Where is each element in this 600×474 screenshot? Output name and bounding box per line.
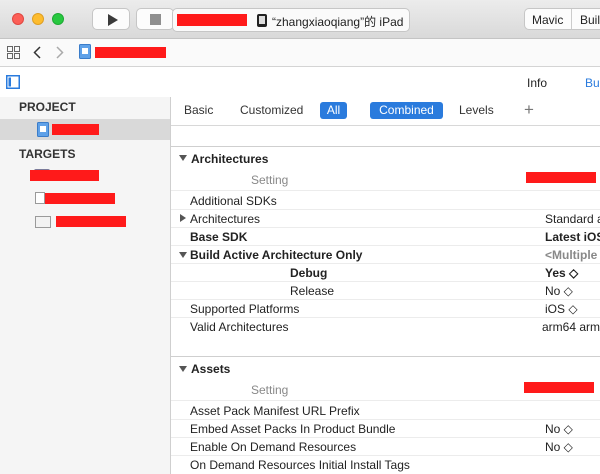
row-divider [171, 455, 600, 456]
section-title-assets: Assets [191, 362, 231, 376]
close-window-button[interactable] [12, 13, 24, 25]
setting-base-sdk[interactable]: Base SDK [190, 230, 247, 244]
setting-value-popup[interactable]: iOS ◇ [545, 302, 578, 316]
sidebar-item-target-2[interactable] [0, 188, 170, 209]
setting-enable-on-demand-resources[interactable]: Enable On Demand Resources [190, 440, 356, 454]
activity-divider [571, 9, 572, 29]
redacted-target-name [56, 216, 126, 227]
ipad-icon [257, 14, 267, 27]
setting-value[interactable]: Latest iOS [545, 230, 600, 244]
row-divider [171, 190, 600, 191]
redacted-target-name [30, 170, 99, 181]
tab-info[interactable]: Info [527, 76, 547, 90]
filter-basic[interactable]: Basic [184, 103, 213, 117]
setting-value[interactable]: Standard a [545, 212, 600, 226]
redacted-target-column-header [526, 172, 596, 183]
row-divider [171, 400, 600, 401]
row-divider [171, 209, 600, 210]
setting-column-header: Setting [251, 383, 289, 397]
target-file-icon [35, 192, 45, 204]
expand-architectures-icon[interactable] [180, 214, 186, 222]
row-divider [171, 299, 600, 300]
play-icon [108, 14, 118, 26]
destination-device-label: “zhangxiaoqiang”的 iPad [272, 15, 404, 29]
redacted-target-column-header [524, 382, 594, 393]
activity-viewer: Mavic Buil [524, 8, 600, 30]
setting-column-header: Setting [251, 173, 289, 187]
title-bar: “zhangxiaoqiang”的 iPad Mavic Buil [0, 0, 600, 39]
scheme-selector[interactable]: “zhangxiaoqiang”的 iPad [172, 8, 410, 32]
collapse-assets-icon[interactable] [179, 366, 187, 372]
project-targets-sidebar: PROJECT TARGETS [0, 97, 171, 474]
build-settings-filter-bar: Basic Customized All Combined Levels + [171, 97, 600, 126]
section-divider [171, 356, 600, 357]
activity-app-label: Mavic [532, 13, 564, 27]
redacted-breadcrumb[interactable] [95, 47, 166, 58]
stop-button[interactable] [136, 8, 174, 30]
add-setting-button[interactable]: + [524, 100, 534, 120]
project-file-icon [37, 122, 49, 137]
setting-debug[interactable]: Debug [290, 266, 327, 280]
view-combined[interactable]: Combined [370, 102, 443, 119]
redacted-project-name [52, 124, 99, 135]
activity-status-label: Buil [580, 13, 600, 27]
row-divider [171, 263, 600, 264]
filter-customized[interactable]: Customized [240, 103, 303, 117]
project-file-icon [79, 44, 91, 59]
stop-icon [150, 14, 161, 25]
tab-build-settings[interactable]: Buil [585, 76, 600, 90]
show-hide-navigator-icon[interactable] [6, 75, 20, 89]
row-divider [171, 317, 600, 318]
row-divider [171, 437, 600, 438]
sidebar-item-project[interactable] [0, 119, 170, 140]
setting-on-demand-initial-install-tags[interactable]: On Demand Resources Initial Install Tags [190, 458, 410, 472]
setting-value[interactable]: <Multiple [545, 248, 597, 262]
setting-value-popup[interactable]: No ◇ [545, 422, 573, 436]
setting-additional-sdks[interactable]: Additional SDKs [190, 194, 277, 208]
setting-value[interactable]: arm64 arm [542, 320, 600, 334]
row-divider [171, 227, 600, 228]
minimize-window-button[interactable] [32, 13, 44, 25]
redacted-scheme-name [177, 14, 247, 26]
setting-release[interactable]: Release [290, 284, 334, 298]
row-divider [171, 419, 600, 420]
sidebar-item-target-app[interactable] [0, 165, 170, 186]
targets-header: TARGETS [19, 147, 76, 161]
setting-value-popup[interactable]: No ◇ [545, 440, 573, 454]
row-divider [171, 281, 600, 282]
setting-build-active-architecture-only[interactable]: Build Active Architecture Only [190, 248, 362, 262]
target-bundle-icon [35, 216, 51, 228]
setting-supported-platforms[interactable]: Supported Platforms [190, 302, 299, 316]
sidebar-item-target-3[interactable] [0, 211, 170, 232]
editor-sub-bar: Info Buil [0, 67, 600, 98]
related-items-icon[interactable] [7, 46, 20, 59]
setting-architectures[interactable]: Architectures [190, 212, 260, 226]
row-divider [171, 245, 600, 246]
setting-value-popup[interactable]: Yes ◇ [545, 266, 578, 280]
setting-asset-pack-manifest-url-prefix[interactable]: Asset Pack Manifest URL Prefix [190, 404, 360, 418]
back-chevron-icon[interactable] [33, 46, 41, 59]
section-divider [171, 146, 600, 147]
redacted-target-name [45, 193, 115, 204]
collapse-build-active-arch-icon[interactable] [179, 252, 187, 258]
setting-valid-architectures[interactable]: Valid Architectures [190, 320, 289, 334]
jump-bar [0, 39, 600, 67]
forward-chevron-icon[interactable] [56, 46, 64, 59]
setting-value-popup[interactable]: No ◇ [545, 284, 573, 298]
view-levels[interactable]: Levels [459, 103, 494, 117]
section-title-architectures: Architectures [191, 152, 269, 166]
setting-embed-asset-packs[interactable]: Embed Asset Packs In Product Bundle [190, 422, 395, 436]
zoom-window-button[interactable] [52, 13, 64, 25]
collapse-architectures-icon[interactable] [179, 155, 187, 161]
project-header: PROJECT [19, 100, 76, 114]
run-button[interactable] [92, 8, 130, 30]
filter-all[interactable]: All [320, 102, 347, 119]
